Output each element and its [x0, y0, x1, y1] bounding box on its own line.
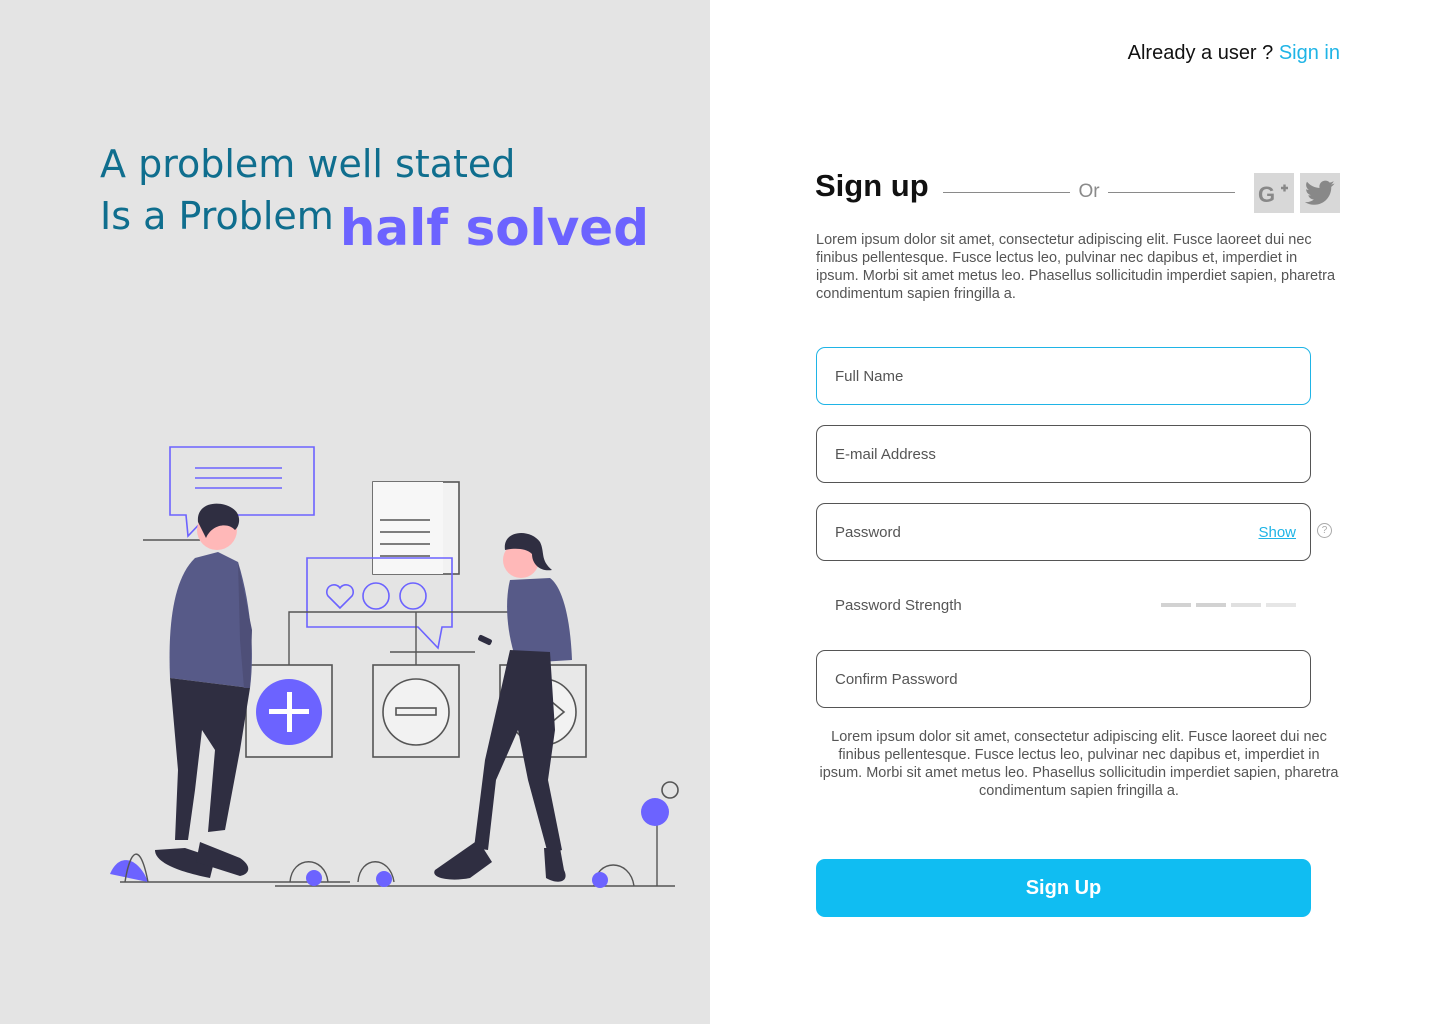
- team-collaboration-illustration: [110, 446, 679, 888]
- strength-bar-2: [1196, 603, 1226, 607]
- hero-headline: A problem well stated Is a Problem half s…: [100, 140, 649, 253]
- already-user-text: Already a user ?: [1127, 42, 1274, 64]
- hero-line-1: A problem well stated: [100, 142, 516, 186]
- signup-description: Lorem ipsum dolor sit amet, consectetur …: [816, 232, 1336, 302]
- page-title: Sign up: [815, 168, 929, 203]
- confirm-password-input[interactable]: [817, 651, 1310, 707]
- full-name-input[interactable]: [817, 348, 1310, 404]
- help-icon[interactable]: ?: [1317, 523, 1332, 538]
- full-name-field-wrapper: [816, 347, 1311, 405]
- password-field-wrapper: Show: [816, 503, 1311, 561]
- google-signup-button[interactable]: G: [1254, 173, 1294, 213]
- twitter-signup-button[interactable]: [1300, 173, 1340, 213]
- add-action-box: [245, 664, 333, 758]
- man-figure: [155, 503, 252, 878]
- email-field-wrapper: [816, 425, 1311, 483]
- signup-panel: Already a user ? Sign in Sign up Or G Lo…: [710, 0, 1440, 1024]
- password-input[interactable]: [817, 504, 1310, 560]
- hero-line-2-text: Is a Problem: [100, 194, 334, 238]
- svg-text:G: G: [1258, 182, 1275, 206]
- password-strength-label: Password Strength: [835, 597, 962, 614]
- already-user-prompt: Already a user ? Sign in: [1128, 42, 1340, 65]
- hero-accent-text: half solved: [339, 199, 649, 257]
- speech-bubble-illustration: [169, 446, 315, 538]
- remove-action-box: [372, 664, 460, 758]
- document-illustration: [372, 481, 460, 575]
- strength-bar-1: [1161, 603, 1191, 607]
- strength-bar-4: [1266, 603, 1296, 607]
- twitter-icon: [1305, 180, 1335, 205]
- sign-up-button[interactable]: Sign Up: [816, 859, 1311, 917]
- confirm-password-field-wrapper: [816, 650, 1311, 708]
- password-strength-meter: [1161, 603, 1296, 607]
- divider-line-right: [1107, 191, 1236, 193]
- or-text: Or: [1078, 181, 1100, 202]
- sign-in-link[interactable]: Sign in: [1279, 42, 1340, 64]
- strength-bar-3: [1231, 603, 1261, 607]
- divider-line-left: [943, 191, 1071, 193]
- hero-line-2: Is a Problem half solved: [100, 188, 649, 253]
- terms-description: Lorem ipsum dolor sit amet, consectetur …: [819, 729, 1339, 799]
- left-panel: A problem well stated Is a Problem half s…: [0, 0, 710, 1024]
- or-divider: Or: [943, 180, 1236, 204]
- show-password-toggle[interactable]: Show: [1258, 524, 1296, 541]
- google-plus-icon: G: [1258, 182, 1288, 206]
- email-input[interactable]: [817, 426, 1310, 482]
